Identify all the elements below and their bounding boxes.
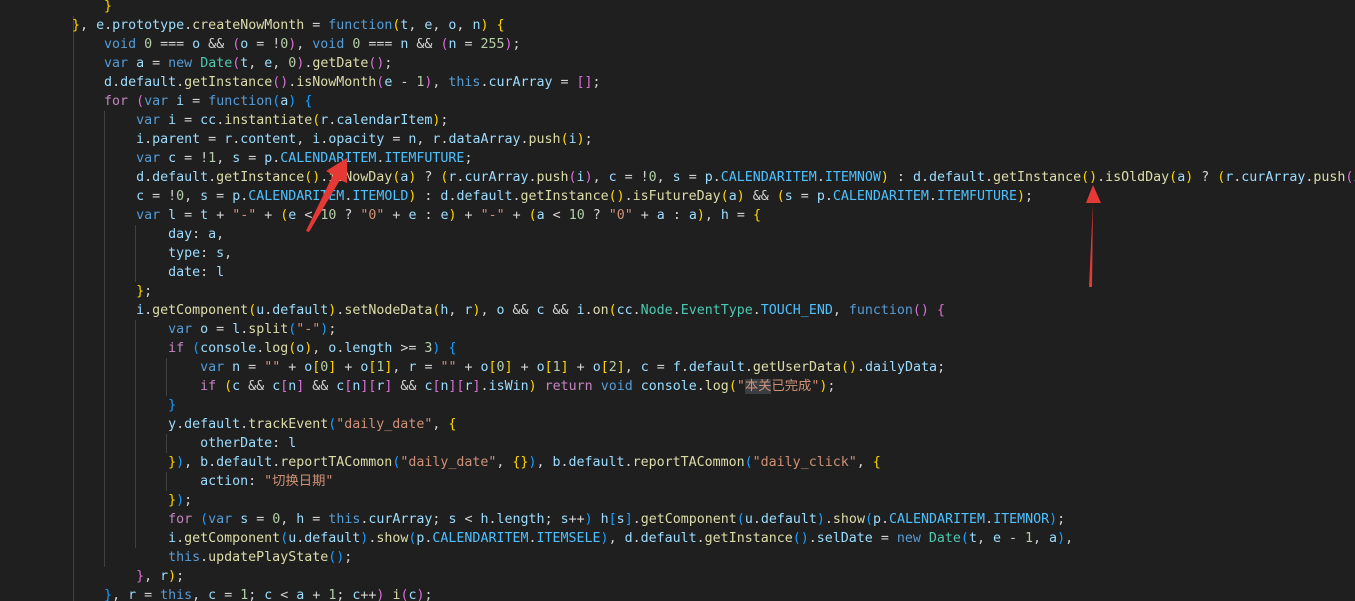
arrow-overlay — [306, 158, 1101, 287]
red-arrow-isnowday — [306, 158, 347, 232]
code-editor[interactable]: } }, e.prototype.createNowMonth = functi… — [0, 0, 1355, 601]
red-arrow-isoldday — [1086, 185, 1101, 287]
